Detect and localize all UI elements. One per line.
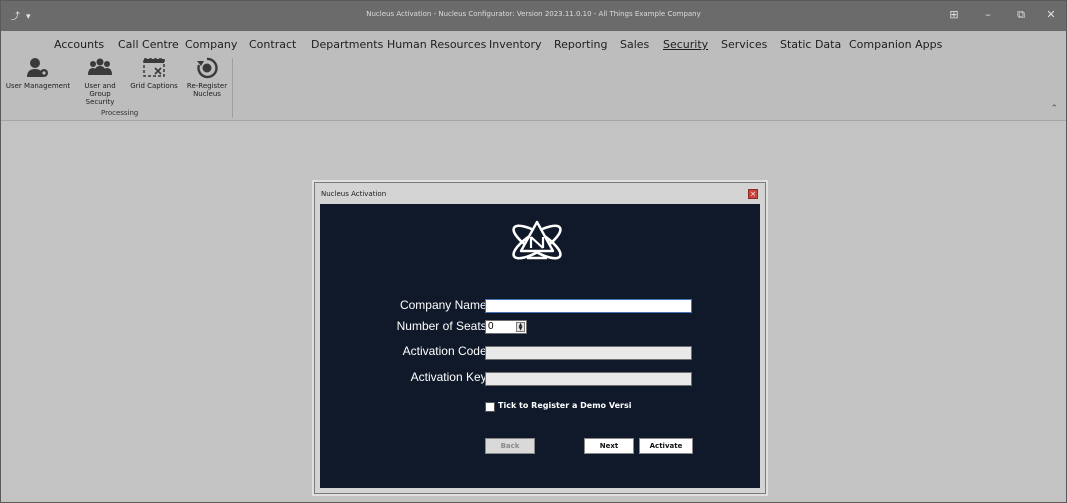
dialog-title: Nucleus Activation bbox=[321, 190, 387, 198]
minimize-button[interactable]: – bbox=[981, 8, 995, 21]
window-title: Nucleus Activation - Nucleus Configurato… bbox=[366, 10, 701, 18]
user-group-security-button[interactable]: User and Group Security bbox=[77, 56, 123, 106]
re-register-nucleus-label: Re-Register Nucleus bbox=[186, 82, 228, 98]
dialog-title-bar[interactable]: Nucleus Activation × bbox=[315, 183, 765, 204]
seats-value: 0 bbox=[488, 321, 494, 332]
tab-sales[interactable]: Sales bbox=[620, 38, 649, 51]
tab-inventory[interactable]: Inventory bbox=[489, 38, 542, 51]
tab-static-data[interactable]: Static Data bbox=[780, 38, 841, 51]
re-register-icon bbox=[197, 57, 218, 79]
number-of-seats-stepper[interactable]: 0 ▲ ▼ bbox=[485, 320, 527, 334]
company-name-input[interactable] bbox=[485, 299, 692, 313]
back-button[interactable]: Back bbox=[485, 438, 535, 454]
tab-company[interactable]: Company bbox=[185, 38, 237, 51]
close-button[interactable]: ✕ bbox=[1044, 8, 1058, 21]
demo-version-label[interactable]: Tick to Register a Demo Versi bbox=[498, 401, 631, 410]
tab-security[interactable]: Security bbox=[663, 38, 708, 51]
dialog-close-button[interactable]: × bbox=[748, 189, 758, 199]
activation-code-label: Activation Code: bbox=[402, 344, 490, 358]
collapse-ribbon-icon[interactable]: ⌃ bbox=[1050, 104, 1058, 114]
company-name-label: Company Name: bbox=[399, 298, 490, 312]
grid-captions-label: Grid Captions bbox=[130, 82, 178, 90]
user-group-icon bbox=[88, 58, 112, 75]
user-group-security-label: User and Group Security bbox=[84, 82, 116, 106]
user-management-button[interactable]: User Management bbox=[1, 56, 75, 90]
activation-dialog: Nucleus Activation × Company Name: Numbe… bbox=[314, 182, 766, 494]
nucleus-logo-icon bbox=[512, 220, 562, 260]
ribbon-group-label: Processing bbox=[101, 109, 139, 117]
tab-call-centre[interactable]: Call Centre bbox=[118, 38, 179, 51]
application-window: ⤴ ▾ Nucleus Activation - Nucleus Configur… bbox=[0, 0, 1067, 503]
spin-arrows-icon[interactable]: ▲ ▼ bbox=[516, 322, 525, 332]
user-gear-icon bbox=[27, 58, 48, 77]
grid-captions-button[interactable]: Grid Captions bbox=[125, 56, 183, 90]
grid-captions-icon bbox=[143, 58, 165, 77]
title-bar: ⤴ ▾ Nucleus Activation - Nucleus Configur… bbox=[1, 1, 1066, 31]
restore-button[interactable]: ⧉ bbox=[1014, 8, 1028, 22]
ribbon-group-separator bbox=[232, 58, 233, 118]
tab-departments[interactable]: Departments bbox=[311, 38, 383, 51]
ribbon-panel: User Management User and Group Security … bbox=[1, 56, 1066, 121]
tab-services[interactable]: Services bbox=[721, 38, 767, 51]
activate-button[interactable]: Activate bbox=[639, 438, 693, 454]
re-register-nucleus-button[interactable]: Re-Register Nucleus bbox=[185, 56, 229, 98]
number-of-seats-label: Number of Seats: bbox=[396, 319, 490, 333]
tab-companion-apps[interactable]: Companion Apps bbox=[849, 38, 942, 51]
dialog-body: Company Name: Number of Seats: 0 ▲ ▼ Acti… bbox=[320, 204, 760, 488]
demo-version-checkbox[interactable] bbox=[485, 402, 495, 412]
next-button[interactable]: Next bbox=[584, 438, 634, 454]
activation-key-label: Activation Key: bbox=[410, 370, 490, 384]
activation-key-input[interactable] bbox=[485, 372, 692, 386]
layout-icon[interactable]: ⊞ bbox=[947, 8, 961, 21]
ribbon-tab-bar: Accounts Call Centre Company Contract De… bbox=[1, 31, 1066, 78]
tab-accounts[interactable]: Accounts bbox=[54, 38, 104, 51]
tab-contract[interactable]: Contract bbox=[249, 38, 296, 51]
activation-code-input[interactable] bbox=[485, 346, 692, 360]
tab-reporting[interactable]: Reporting bbox=[554, 38, 607, 51]
user-management-label: User Management bbox=[5, 82, 71, 90]
tab-human-resources[interactable]: Human Resources bbox=[387, 38, 486, 51]
